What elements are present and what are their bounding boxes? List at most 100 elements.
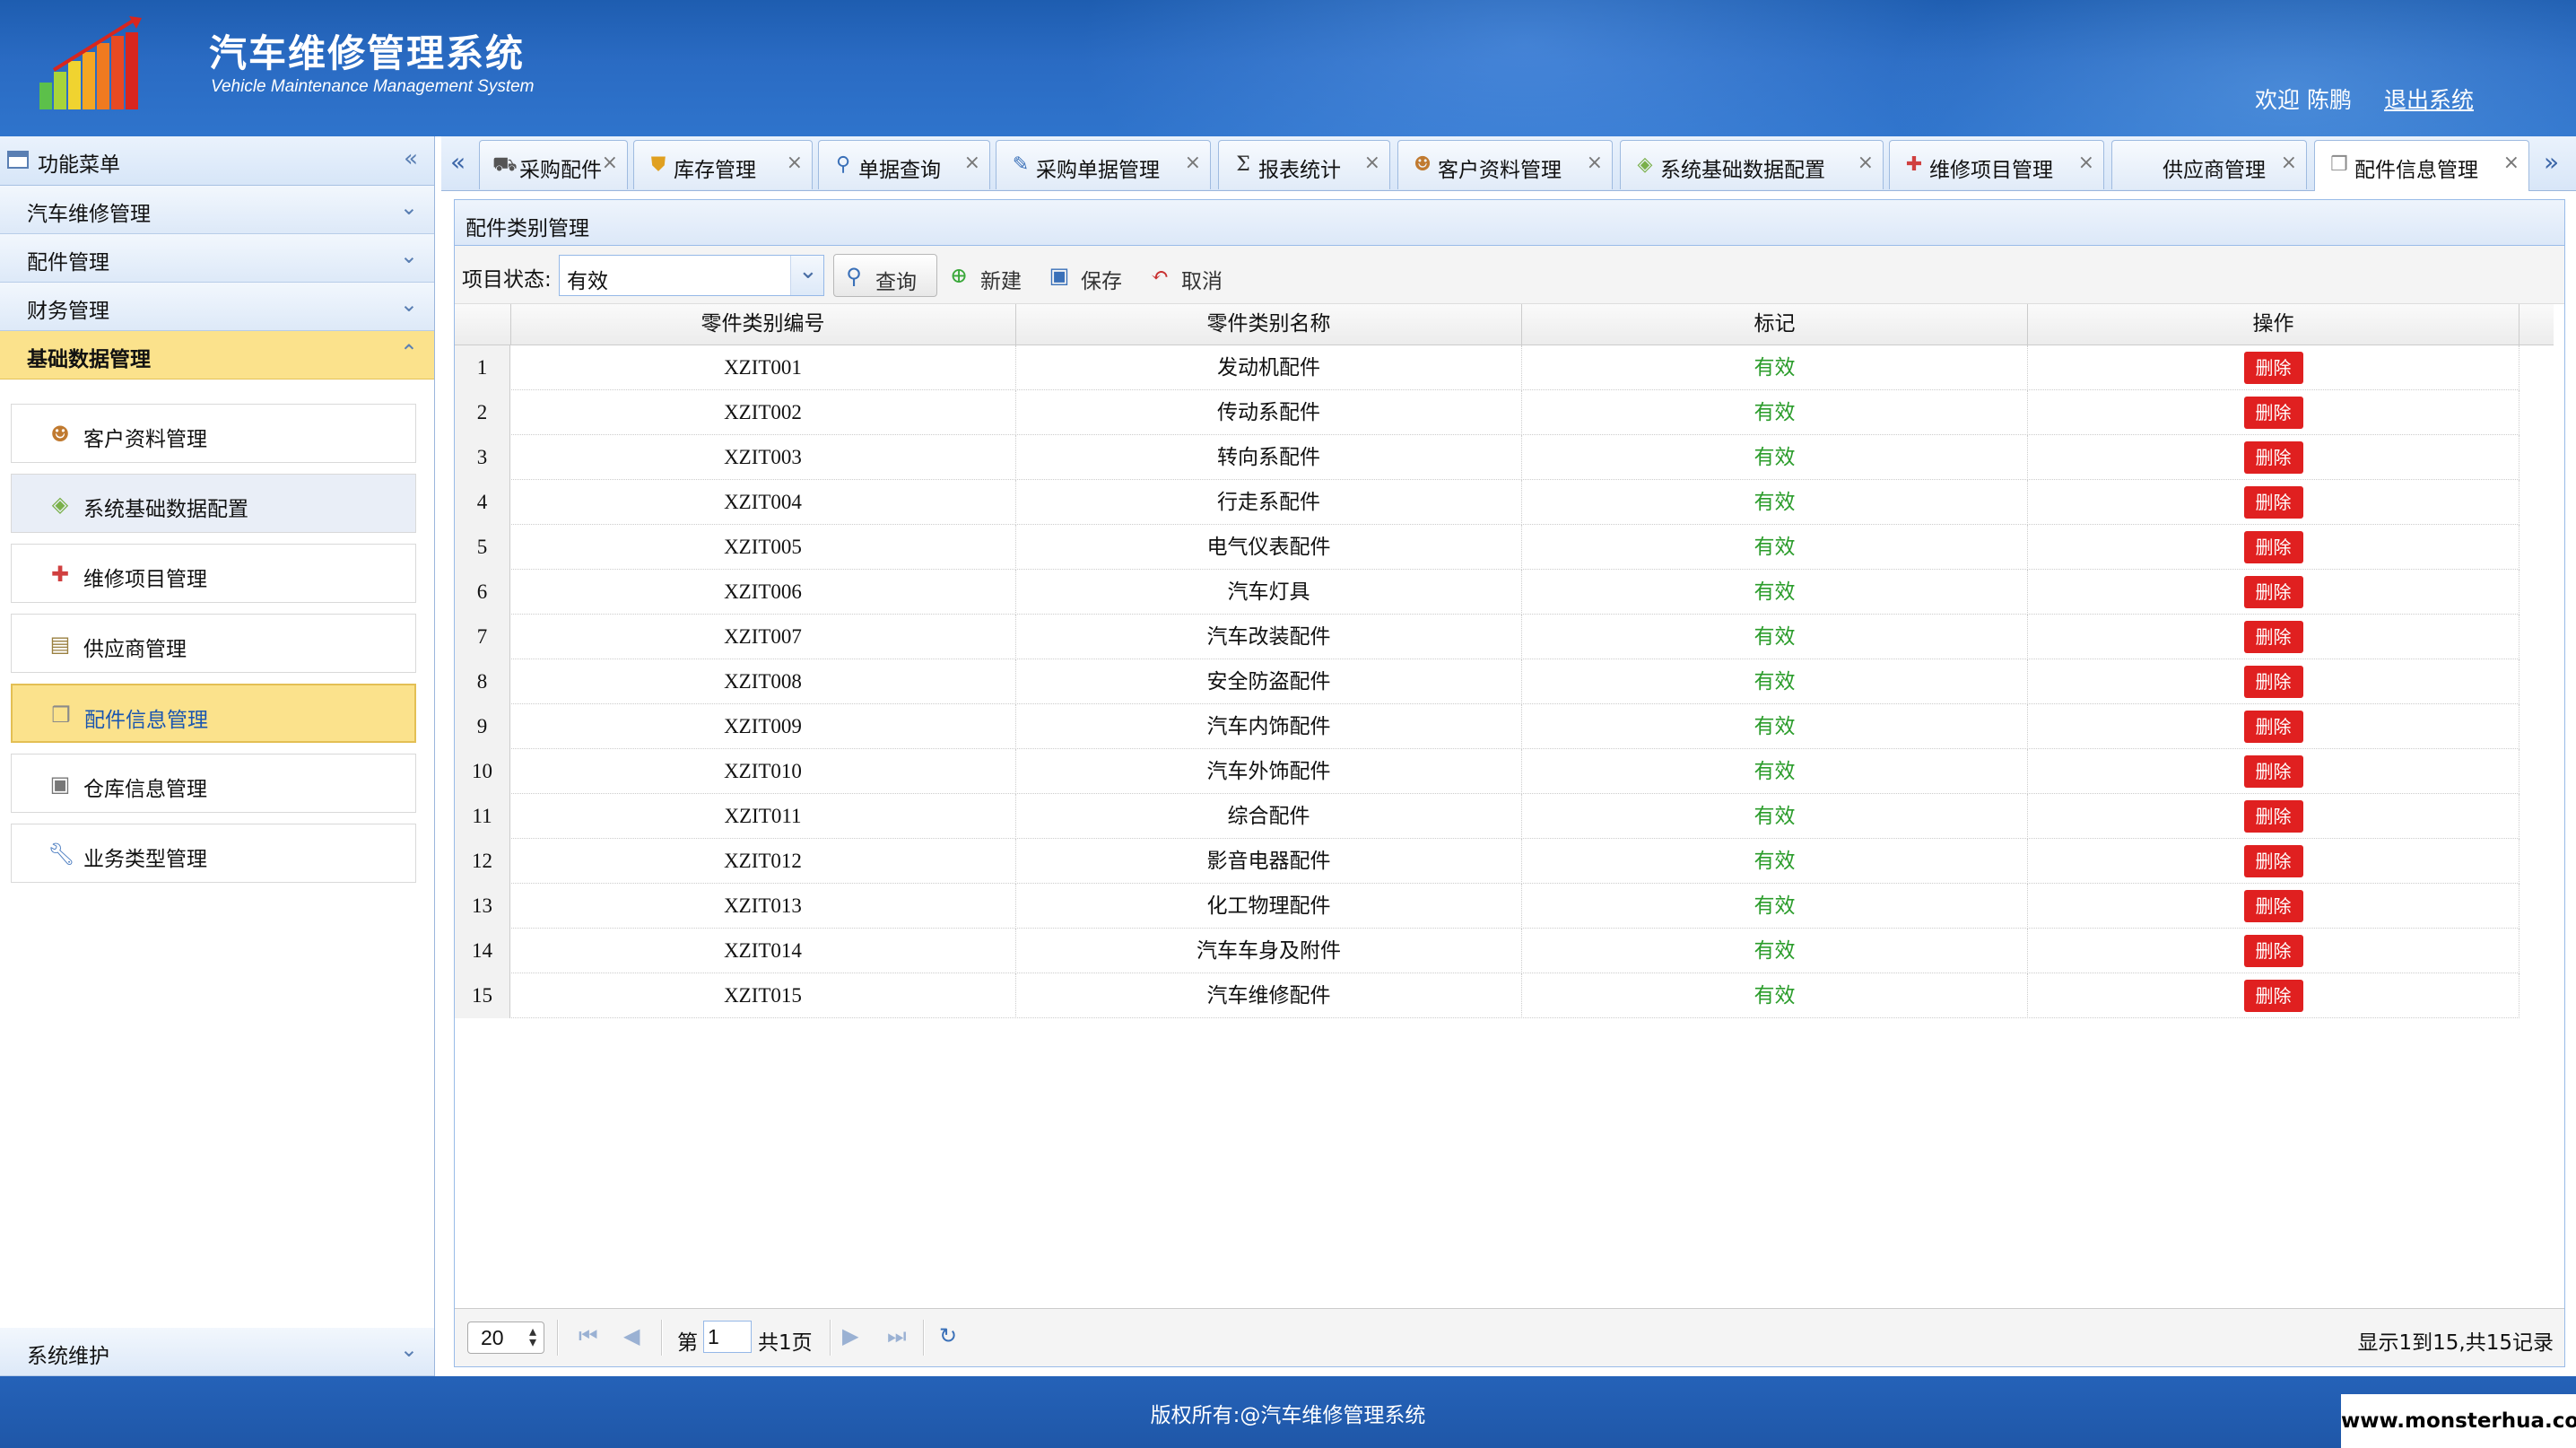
tab-inventory[interactable]: ⛊ 库存管理 × <box>633 140 813 189</box>
logout-link[interactable]: 退出系统 <box>2384 83 2474 115</box>
table-row[interactable]: 3 XZIT003 转向系配件 有效 删除 <box>455 435 2519 480</box>
column-header-name[interactable]: 零件类别名称 <box>1016 304 1522 345</box>
tab-scroll-right-icon[interactable]: » <box>2544 147 2559 177</box>
collapse-left-icon[interactable]: « <box>404 145 418 172</box>
delete-button[interactable]: 删除 <box>2243 397 2303 429</box>
tab-document-query[interactable]: ⚲ 单据查询 × <box>818 140 990 189</box>
tab-purchase-parts[interactable]: ⛟ 采购配件 × <box>479 140 628 189</box>
prev-page-icon[interactable]: ◀ <box>623 1323 640 1348</box>
delete-button[interactable]: 删除 <box>2243 576 2303 608</box>
table-row[interactable]: 15 XZIT015 汽车维修配件 有效 删除 <box>455 973 2519 1018</box>
tab-purchase-orders[interactable]: ✎ 采购单据管理 × <box>996 140 1211 189</box>
cell-name: 电气仪表配件 <box>1016 525 1522 570</box>
row-number: 13 <box>455 884 510 929</box>
query-button[interactable]: ⚲ 查询 <box>833 254 937 297</box>
accordion-parts[interactable]: 配件管理 ⌄ <box>0 234 434 283</box>
close-icon[interactable]: × <box>787 152 803 174</box>
delete-button[interactable]: 删除 <box>2243 711 2303 743</box>
table-row[interactable]: 5 XZIT005 电气仪表配件 有效 删除 <box>455 525 2519 570</box>
save-button[interactable]: ▣ 保存 <box>1040 254 1138 297</box>
tab-system-config[interactable]: ◈ 系统基础数据配置 × <box>1620 140 1884 189</box>
table-row[interactable]: 1 XZIT001 发动机配件 有效 删除 <box>455 345 2519 390</box>
sidebar-item-parts-info[interactable]: ❒ 配件信息管理 <box>11 684 416 743</box>
delete-button[interactable]: 删除 <box>2243 352 2303 384</box>
close-icon[interactable]: × <box>602 152 618 174</box>
table-row[interactable]: 9 XZIT009 汽车内饰配件 有效 删除 <box>455 704 2519 749</box>
sidebar: 功能菜单 « 汽车维修管理 ⌄ 配件管理 ⌄ 财务管理 ⌄ 基础数据管理 ⌃ ☻… <box>0 136 435 1376</box>
close-icon[interactable]: × <box>1858 152 1874 174</box>
table-row[interactable]: 6 XZIT006 汽车灯具 有效 删除 <box>455 570 2519 615</box>
column-header-action[interactable]: 操作 <box>2028 304 2519 345</box>
tab-scroll-left-icon[interactable]: « <box>450 147 466 177</box>
close-icon[interactable]: × <box>1185 152 1201 174</box>
header-glow-2 <box>1884 0 2576 136</box>
first-page-icon[interactable]: ⏮ <box>579 1323 598 1348</box>
table-row[interactable]: 4 XZIT004 行走系配件 有效 删除 <box>455 480 2519 525</box>
last-page-icon[interactable]: ⏭ <box>887 1323 907 1348</box>
tab-supplier[interactable]: 供应商管理 × <box>2111 140 2307 189</box>
accordion-repair[interactable]: 汽车维修管理 ⌄ <box>0 186 434 234</box>
tab-reports[interactable]: Σ 报表统计 × <box>1218 140 1390 189</box>
cancel-button[interactable]: ↶ 取消 <box>1140 254 1239 297</box>
row-number: 15 <box>455 973 510 1018</box>
delete-button[interactable]: 删除 <box>2243 800 2303 833</box>
tab-label: 客户资料管理 <box>1438 159 1562 182</box>
pager-separator <box>557 1320 559 1356</box>
close-icon[interactable]: × <box>2281 152 2297 174</box>
header-glow <box>1076 0 1973 136</box>
sidebar-item-customer[interactable]: ☻ 客户资料管理 <box>11 404 416 463</box>
close-icon[interactable]: × <box>1587 152 1603 174</box>
accordion-basic-data[interactable]: 基础数据管理 ⌃ <box>0 331 434 379</box>
row-number-header <box>455 304 511 345</box>
delete-button[interactable]: 删除 <box>2243 935 2303 967</box>
sidebar-item-repair[interactable]: ✚ 维修项目管理 <box>11 544 416 603</box>
delete-button[interactable]: 删除 <box>2243 621 2303 653</box>
status-filter-select[interactable]: 有效 <box>559 255 824 296</box>
sidebar-header: 功能菜单 « <box>0 136 434 186</box>
delete-button[interactable]: 删除 <box>2243 980 2303 1012</box>
page-size-select[interactable]: 20 ▴ ▾ <box>467 1322 544 1354</box>
watermark: www.monsterhua.com <box>2341 1394 2576 1448</box>
table-row[interactable]: 11 XZIT011 综合配件 有效 删除 <box>455 794 2519 839</box>
sidebar-item-system-config[interactable]: ◈ 系统基础数据配置 <box>11 474 416 533</box>
column-header-code[interactable]: 零件类别编号 <box>510 304 1016 345</box>
table-row[interactable]: 14 XZIT014 汽车车身及附件 有效 删除 <box>455 929 2519 973</box>
tab-repair-items[interactable]: ✚ 维修项目管理 × <box>1889 140 2104 189</box>
accordion-system-maintenance[interactable]: 系统维护 ⌄ <box>0 1328 434 1376</box>
table-row[interactable]: 12 XZIT012 影音电器配件 有效 删除 <box>455 839 2519 884</box>
close-icon[interactable]: × <box>2503 152 2519 174</box>
delete-button[interactable]: 删除 <box>2243 531 2303 563</box>
chevron-down-icon[interactable] <box>790 256 823 295</box>
table-row[interactable]: 7 XZIT007 汽车改装配件 有效 删除 <box>455 615 2519 659</box>
column-header-status[interactable]: 标记 <box>1522 304 2028 345</box>
table-row[interactable]: 8 XZIT008 安全防盗配件 有效 删除 <box>455 659 2519 704</box>
sidebar-item-label: 维修项目管理 <box>83 568 207 591</box>
table-row[interactable]: 2 XZIT002 传动系配件 有效 删除 <box>455 390 2519 435</box>
sidebar-item-warehouse[interactable]: ▣ 仓库信息管理 <box>11 754 416 813</box>
close-icon[interactable]: × <box>964 152 980 174</box>
tab-customer[interactable]: ☻ 客户资料管理 × <box>1397 140 1613 189</box>
parts-icon: ❒ <box>2330 153 2348 176</box>
cell-code: XZIT014 <box>510 929 1016 973</box>
delete-button[interactable]: 删除 <box>2243 755 2303 788</box>
delete-button[interactable]: 删除 <box>2243 890 2303 922</box>
delete-button[interactable]: 删除 <box>2243 486 2303 519</box>
edit-doc-icon: ✎ <box>1012 153 1030 176</box>
sidebar-item-business-type[interactable]: 🔧︎ 业务类型管理 <box>11 824 416 883</box>
accordion-finance[interactable]: 财务管理 ⌄ <box>0 283 434 331</box>
close-icon[interactable]: × <box>2078 152 2094 174</box>
tab-label: 配件信息管理 <box>2354 159 2478 182</box>
delete-button[interactable]: 删除 <box>2243 666 2303 698</box>
next-page-icon[interactable]: ▶ <box>842 1323 858 1348</box>
table-row[interactable]: 13 XZIT013 化工物理配件 有效 删除 <box>455 884 2519 929</box>
sidebar-item-supplier[interactable]: ▤ 供应商管理 <box>11 614 416 673</box>
table-row[interactable]: 10 XZIT010 汽车外饰配件 有效 删除 <box>455 749 2519 794</box>
tab-parts-info[interactable]: ❒ 配件信息管理 × <box>2314 140 2529 191</box>
cell-status: 有效 <box>1522 435 2028 480</box>
new-button[interactable]: ⊕ 新建 <box>939 254 1040 297</box>
page-number-input[interactable]: 1 <box>703 1321 752 1353</box>
close-icon[interactable]: × <box>1364 152 1380 174</box>
delete-button[interactable]: 删除 <box>2243 845 2303 877</box>
refresh-icon[interactable]: ↻ <box>939 1323 957 1348</box>
delete-button[interactable]: 删除 <box>2243 441 2303 474</box>
